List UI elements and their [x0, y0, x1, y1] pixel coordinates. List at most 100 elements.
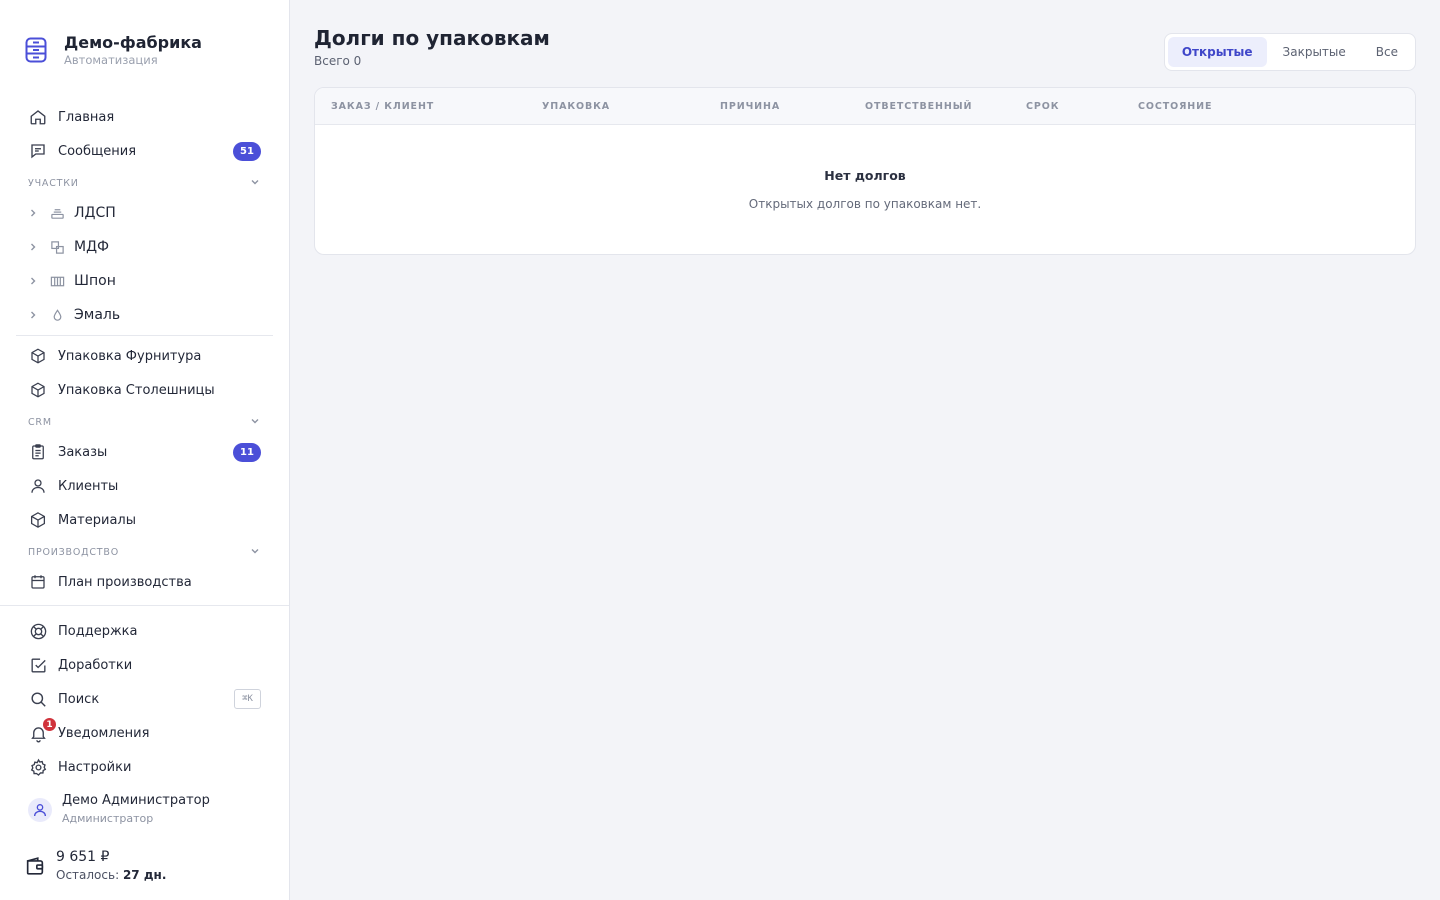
sidebar-item-home[interactable]: Главная [16, 100, 273, 134]
wallet-remaining-label: Осталось: [56, 868, 120, 882]
search-shortcut-hint: ⌘K [234, 689, 261, 709]
user-profile[interactable]: Демо Администратор Администратор [0, 786, 289, 834]
table-header: Заказ / клиент Упаковка Причина Ответств… [315, 88, 1415, 125]
brand-subtitle: Автоматизация [64, 53, 158, 67]
sidebar-item-ldsp[interactable]: ЛДСП [16, 196, 273, 230]
section-title: CRM [28, 416, 52, 428]
user-icon [28, 476, 48, 496]
wallet-remaining-value: 27 дн. [122, 868, 167, 882]
sidebar-item-label: Шпон [74, 273, 116, 289]
drop-icon [48, 306, 66, 324]
wallet-icon [24, 855, 46, 877]
brand-title: Демо-фабрика [64, 33, 202, 52]
chat-icon [28, 141, 48, 161]
chevron-right-icon[interactable] [26, 208, 40, 218]
bell-icon: 1 [28, 717, 57, 743]
section-title: ПРОИЗВОДСТВО [28, 546, 119, 558]
sidebar-item-settings[interactable]: Настройки [16, 750, 273, 784]
wallet-amount: 9 651 ₽ [56, 849, 110, 865]
sidebar-item-clients[interactable]: Клиенты [16, 469, 273, 503]
sidebar-item-production-plan[interactable]: План производства [16, 565, 273, 599]
sidebar-item-support[interactable]: Поддержка [16, 614, 273, 648]
avatar [28, 798, 52, 822]
chevron-down-icon [249, 545, 261, 560]
box-icon [28, 380, 48, 400]
filter-closed-button[interactable]: Закрытые [1269, 37, 1360, 67]
column-header-packaging[interactable]: Упаковка [542, 101, 720, 112]
section-title: УЧАСТКИ [28, 177, 79, 189]
column-header-reason[interactable]: Причина [720, 101, 865, 112]
sidebar-item-packaging-hardware[interactable]: Упаковка Фурнитура [16, 339, 273, 373]
divider [16, 335, 273, 336]
sidebar-item-label: Материалы [58, 512, 136, 528]
sidebar-item-label: Поддержка [58, 623, 138, 639]
sidebar-item-search[interactable]: Поиск ⌘K [16, 682, 273, 716]
empty-state: Нет долгов Открытых долгов по упаковкам … [315, 125, 1415, 211]
messages-count-badge: 51 [233, 141, 261, 161]
sidebar-item-label: Заказы [58, 444, 108, 460]
column-header-deadline[interactable]: Срок [1026, 101, 1138, 112]
divider [0, 605, 289, 606]
column-header-order-client[interactable]: Заказ / клиент [331, 101, 542, 112]
sidebar-item-mdf[interactable]: МДФ [16, 230, 273, 264]
sidebar-item-label: МДФ [74, 239, 110, 255]
sidebar-item-label: Уведомления [58, 725, 150, 741]
sidebar-item-label: План производства [58, 574, 192, 590]
sidebar-item-label: Доработки [58, 657, 133, 673]
section-crm-toggle[interactable]: CRM [16, 409, 273, 435]
wallet-remaining: Осталось: 27 дн. [56, 866, 166, 884]
filter-all-button[interactable]: Все [1362, 37, 1412, 67]
main-content: Долги по упаковкам Всего 0 Открытые Закр… [290, 0, 1440, 900]
sidebar-item-label: Упаковка Столешницы [58, 382, 215, 398]
column-header-status[interactable]: Состояние [1138, 101, 1212, 112]
orders-count-badge: 11 [233, 442, 261, 462]
brand[interactable]: Демо-фабрика Автоматизация [0, 0, 289, 100]
sidebar-item-label: Поиск [58, 691, 100, 707]
sidebar: Демо-фабрика Автоматизация Главная Сообщ… [0, 0, 290, 900]
section-areas-toggle[interactable]: УЧАСТКИ [16, 170, 273, 196]
lifebuoy-icon [28, 621, 48, 641]
sidebar-item-enamel[interactable]: Эмаль [16, 298, 273, 332]
filter-open-button[interactable]: Открытые [1167, 37, 1267, 67]
search-icon [28, 689, 48, 709]
cube-icon [28, 510, 48, 530]
empty-state-title: Нет долгов [824, 168, 906, 183]
sidebar-item-veneer[interactable]: Шпон [16, 264, 273, 298]
sidebar-item-messages[interactable]: Сообщения 51 [16, 134, 273, 168]
page-header: Долги по упаковкам Всего 0 Открытые Закр… [314, 24, 1416, 87]
checkbox-edit-icon [28, 655, 48, 675]
total-count: Всего 0 [314, 54, 362, 68]
empty-state-text: Открытых долгов по упаковкам нет. [748, 197, 982, 211]
sidebar-item-label: Сообщения [58, 143, 137, 159]
sidebar-item-orders[interactable]: Заказы 11 [16, 435, 273, 469]
sidebar-item-improvements[interactable]: Доработки [16, 648, 273, 682]
chevron-right-icon[interactable] [26, 242, 40, 252]
chevron-right-icon[interactable] [26, 310, 40, 320]
server-logo-icon [24, 37, 48, 63]
box-icon [28, 346, 48, 366]
clipboard-icon [28, 442, 48, 462]
user-name: Демо Администратор [62, 793, 210, 808]
gear-icon [28, 757, 48, 777]
sidebar-item-materials[interactable]: Материалы [16, 503, 273, 537]
sidebar-item-packaging-countertops[interactable]: Упаковка Столешницы [16, 373, 273, 407]
notifications-count-badge: 1 [42, 717, 57, 732]
chevron-down-icon [249, 176, 261, 191]
sidebar-bottom-nav: Поддержка Доработки Поиск ⌘K 1 Уведомлен… [0, 614, 289, 784]
veneer-icon [48, 272, 66, 290]
sidebar-item-label: Главная [58, 109, 115, 125]
status-filter: Открытые Закрытые Все [1163, 33, 1416, 71]
page-title: Долги по упаковкам [314, 26, 550, 50]
chevron-right-icon[interactable] [26, 276, 40, 286]
calendar-icon [28, 572, 48, 592]
column-header-responsible[interactable]: Ответственный [865, 101, 1026, 112]
wallet-balance[interactable]: 9 651 ₽ Осталось: 27 дн. [0, 834, 289, 900]
layers-icon [48, 204, 66, 222]
section-production-toggle[interactable]: ПРОИЗВОДСТВО [16, 539, 273, 565]
sidebar-item-label: Настройки [58, 759, 132, 775]
sidebar-item-notifications[interactable]: 1 Уведомления [16, 716, 273, 750]
chevron-down-icon [249, 415, 261, 430]
squares-icon [48, 238, 66, 256]
sidebar-item-label: ЛДСП [74, 205, 116, 221]
sidebar-item-label: Клиенты [58, 478, 119, 494]
